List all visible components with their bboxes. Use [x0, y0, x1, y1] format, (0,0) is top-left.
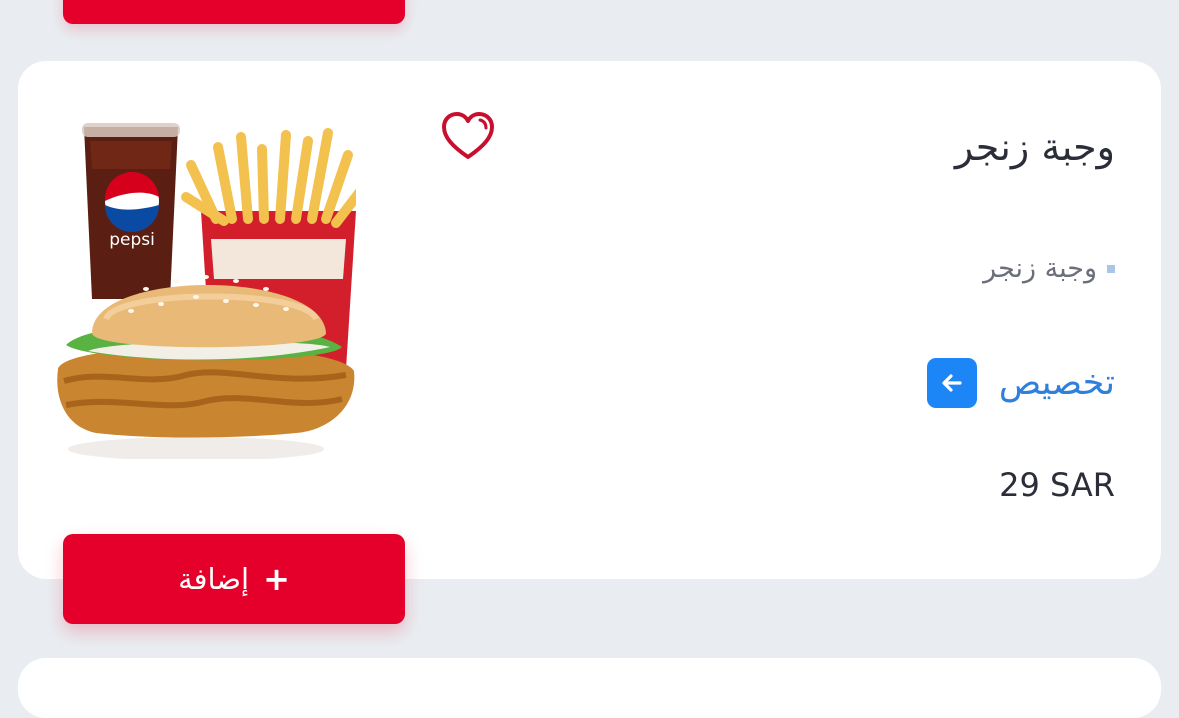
- previous-card-add-button[interactable]: [63, 0, 405, 24]
- next-product-card: [18, 658, 1161, 718]
- bullet-icon: [1107, 264, 1115, 273]
- svg-text:pepsi: pepsi: [109, 230, 155, 250]
- add-button-label: إضافة: [178, 562, 250, 596]
- product-price: 29 SAR: [999, 466, 1115, 504]
- plus-icon: +: [263, 560, 290, 598]
- add-to-cart-button[interactable]: + إضافة: [63, 534, 405, 624]
- product-description-item: وجبة زنجر: [983, 253, 1115, 284]
- product-image: pepsi: [36, 119, 367, 461]
- product-description: وجبة زنجر: [983, 253, 1097, 284]
- arrow-left-icon[interactable]: [926, 358, 977, 408]
- pepsi-cup-icon: pepsi: [82, 123, 180, 299]
- heart-outline-icon[interactable]: [440, 110, 496, 162]
- customize-link[interactable]: تخصيص: [926, 358, 1115, 408]
- product-card: وجبة زنجر وجبة زنجر تخصيص 29 SAR pepsi: [18, 61, 1161, 579]
- customize-label[interactable]: تخصيص: [999, 363, 1115, 403]
- product-title: وجبة زنجر: [954, 125, 1115, 169]
